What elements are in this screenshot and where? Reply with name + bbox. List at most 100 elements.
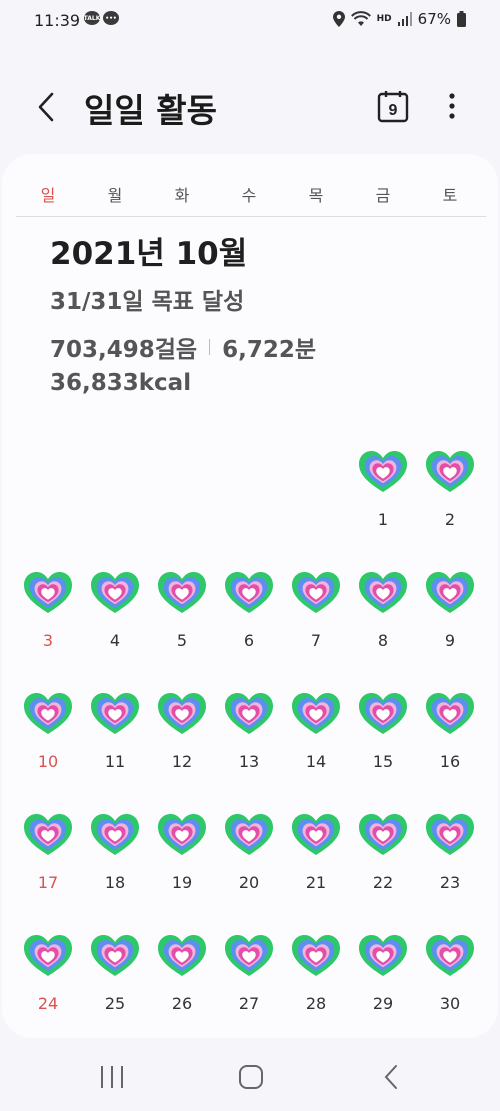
calendar-day-21[interactable]: 21 xyxy=(286,811,346,897)
activity-heart-icon xyxy=(91,935,139,976)
home-button[interactable] xyxy=(233,1062,269,1092)
calendar-day-27[interactable]: 27 xyxy=(219,932,279,1018)
activity-heart-icon xyxy=(91,693,139,734)
calendar-day-14[interactable]: 14 xyxy=(286,690,346,776)
calendar-day-number: 4 xyxy=(109,631,121,650)
calendar-day-number: 12 xyxy=(171,752,193,771)
nav-back-button[interactable] xyxy=(374,1062,410,1092)
calendar-icon-day: 9 xyxy=(389,102,398,119)
calendar-day-5[interactable]: 5 xyxy=(152,569,212,655)
activity-heart-icon xyxy=(24,693,72,734)
status-bar: 11:39 TALK ••• HD 67% xyxy=(0,0,500,40)
calendar-day-3[interactable]: 3 xyxy=(18,569,78,655)
calendar-day-13[interactable]: 13 xyxy=(219,690,279,776)
activity-heart-icon xyxy=(292,814,340,855)
back-button[interactable] xyxy=(30,88,64,126)
calendar-day-number: 6 xyxy=(243,631,255,650)
calendar-day-7[interactable]: 7 xyxy=(286,569,346,655)
calendar-day-number: 10 xyxy=(37,752,59,771)
calendar-day-number: 2 xyxy=(444,510,456,529)
weekday-sun: 일 xyxy=(40,186,56,205)
back-icon xyxy=(384,1065,397,1089)
calendar-day-4[interactable]: 4 xyxy=(85,569,145,655)
wifi-icon xyxy=(350,11,371,26)
activity-heart-icon xyxy=(292,572,340,613)
calendar-button[interactable]: 9 xyxy=(376,89,410,123)
battery-percent: 67% xyxy=(417,10,451,28)
activity-heart-icon xyxy=(426,814,474,855)
activity-heart-icon xyxy=(225,814,273,855)
calendar-day-16[interactable]: 16 xyxy=(420,690,480,776)
home-icon xyxy=(239,1065,263,1089)
recent-apps-icon xyxy=(101,1066,123,1088)
kakaotalk-icon: TALK xyxy=(84,11,100,25)
activity-heart-icon xyxy=(158,572,206,613)
calendar-day-number: 7 xyxy=(310,631,322,650)
calendar-day-24[interactable]: 24 xyxy=(18,932,78,1018)
stats-separator xyxy=(209,339,211,355)
calendar-day-11[interactable]: 11 xyxy=(85,690,145,776)
more-options-button[interactable] xyxy=(438,90,466,122)
calendar-day-number: 1 xyxy=(377,510,389,529)
activity-heart-icon xyxy=(359,572,407,613)
weekday-fri: 금 xyxy=(375,186,391,205)
activity-heart-icon xyxy=(158,814,206,855)
calendar-day-number: 5 xyxy=(176,631,188,650)
steps-total: 703,498걸음 xyxy=(50,337,198,363)
weekday-thu: 목 xyxy=(308,186,324,205)
calendar-day-12[interactable]: 12 xyxy=(152,690,212,776)
activity-heart-icon xyxy=(292,693,340,734)
calendar-day-22[interactable]: 22 xyxy=(353,811,413,897)
page-title: 일일 활동 xyxy=(84,91,217,130)
calendar-day-9[interactable]: 9 xyxy=(420,569,480,655)
calendar-day-number: 8 xyxy=(377,631,389,650)
calendar-day-number: 18 xyxy=(104,873,126,892)
calendar-day-1[interactable]: 1 xyxy=(353,448,413,534)
activity-heart-icon xyxy=(225,935,273,976)
calendar-day-10[interactable]: 10 xyxy=(18,690,78,776)
goal-summary: 31/31일 목표 달성 xyxy=(50,289,245,315)
calendar-day-28[interactable]: 28 xyxy=(286,932,346,1018)
calendar-day-number: 19 xyxy=(171,873,193,892)
battery-icon xyxy=(457,11,466,27)
calendar-icon: 9 xyxy=(377,91,409,123)
calendar-day-number: 14 xyxy=(305,752,327,771)
calendar-day-8[interactable]: 8 xyxy=(353,569,413,655)
activity-heart-icon xyxy=(359,935,407,976)
calendar-day-number: 30 xyxy=(439,994,461,1013)
calendar-day-6[interactable]: 6 xyxy=(219,569,279,655)
activity-heart-icon xyxy=(426,693,474,734)
recent-apps-button[interactable] xyxy=(94,1062,130,1092)
calendar-day-2[interactable]: 2 xyxy=(420,448,480,534)
calendar-day-15[interactable]: 15 xyxy=(353,690,413,776)
weekday-mon: 월 xyxy=(107,186,123,205)
calendar-day-26[interactable]: 26 xyxy=(152,932,212,1018)
calendar-day-23[interactable]: 23 xyxy=(420,811,480,897)
calendar-day-18[interactable]: 18 xyxy=(85,811,145,897)
divider xyxy=(16,216,486,217)
system-nav-bar xyxy=(0,1040,500,1111)
weekday-header: 일 월 화 수 목 금 토 xyxy=(2,182,498,206)
activity-heart-icon xyxy=(24,572,72,613)
activity-heart-icon xyxy=(359,814,407,855)
calendar-day-number: 24 xyxy=(37,994,59,1013)
weekday-sat: 토 xyxy=(442,186,458,205)
notification-icons: TALK ••• xyxy=(84,11,119,25)
activity-heart-icon xyxy=(24,935,72,976)
activity-heart-icon xyxy=(91,572,139,613)
calendar-day-20[interactable]: 20 xyxy=(219,811,279,897)
calendar-day-29[interactable]: 29 xyxy=(353,932,413,1018)
calendar-day-number: 16 xyxy=(439,752,461,771)
calendar-day-30[interactable]: 30 xyxy=(420,932,480,1018)
calendar-day-17[interactable]: 17 xyxy=(18,811,78,897)
calendar-day-number: 20 xyxy=(238,873,260,892)
status-right: HD 67% xyxy=(332,10,466,28)
activity-heart-icon xyxy=(24,814,72,855)
calendar-day-number: 11 xyxy=(104,752,126,771)
month-title: 2021년 10월 xyxy=(50,236,248,272)
weekday-tue: 화 xyxy=(174,186,190,205)
app-header: 일일 활동 9 xyxy=(0,70,500,142)
calendar-day-19[interactable]: 19 xyxy=(152,811,212,897)
calendar-day-number: 28 xyxy=(305,994,327,1013)
calendar-day-25[interactable]: 25 xyxy=(85,932,145,1018)
